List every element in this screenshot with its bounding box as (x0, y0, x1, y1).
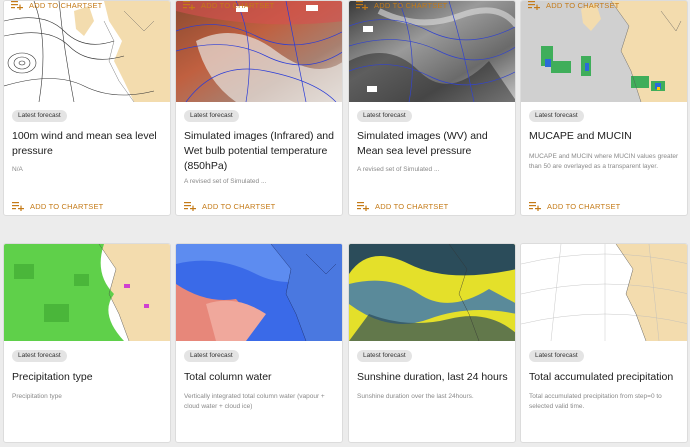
latest-forecast-badge: Latest forecast (529, 110, 584, 122)
chart-description: Sunshine duration over the last 24hours. (357, 393, 474, 400)
latest-forecast-badge: Latest forecast (357, 110, 412, 122)
add-to-chartset-button[interactable]: ADD TO CHARTSET (183, 0, 274, 10)
chart-description: Total accumulated precipitation from ste… (529, 393, 662, 410)
add-to-chartset-button[interactable]: ADD TO CHARTSET (12, 201, 103, 211)
latest-forecast-badge: Latest forecast (357, 350, 412, 362)
chart-thumbnail[interactable] (349, 1, 515, 102)
chart-title[interactable]: Simulated images (Infrared) and Wet bulb… (184, 129, 340, 174)
chart-title[interactable]: Sunshine duration, last 24 hours (357, 370, 513, 385)
chart-card[interactable]: Latest forecast Total column water Verti… (175, 243, 343, 443)
add-to-chartset-button[interactable]: ADD TO CHARTSET (528, 0, 619, 10)
chart-card[interactable]: Latest forecast Simulated images (WV) an… (348, 0, 516, 216)
latest-forecast-badge: Latest forecast (529, 350, 584, 362)
latest-forecast-badge: Latest forecast (184, 110, 239, 122)
playlist-add-icon (183, 1, 195, 10)
chart-title[interactable]: Total column water (184, 370, 340, 385)
chart-card[interactable]: Latest forecast Total accumulated precip… (520, 243, 688, 443)
latest-forecast-badge: Latest forecast (12, 110, 67, 122)
chart-card[interactable]: Latest forecast Precipitation type Preci… (3, 243, 171, 443)
chart-title[interactable]: MUCAPE and MUCIN (529, 129, 685, 144)
add-to-chartset-button[interactable]: ADD TO CHARTSET (529, 201, 620, 211)
add-to-chartset-label: ADD TO CHARTSET (546, 0, 620, 10)
chart-card[interactable]: Latest forecast MUCAPE and MUCIN MUCAPE … (520, 0, 688, 216)
add-to-chartset-label: ADD TO CHARTSET (547, 201, 621, 211)
chart-thumbnail[interactable] (349, 244, 515, 341)
add-to-chartset-label: ADD TO CHARTSET (375, 201, 449, 211)
chart-title[interactable]: Total accumulated precipitation (529, 370, 685, 385)
chart-description: Precipitation type (12, 393, 62, 400)
add-to-chartset-button[interactable]: ADD TO CHARTSET (184, 201, 275, 211)
chart-card[interactable]: Latest forecast Sunshine duration, last … (348, 243, 516, 443)
chart-card[interactable]: Latest forecast 100m wind and mean sea l… (3, 0, 171, 216)
playlist-add-icon (12, 202, 24, 211)
chart-thumbnail[interactable] (176, 1, 342, 102)
latest-forecast-badge: Latest forecast (12, 350, 67, 362)
latest-forecast-badge: Latest forecast (184, 350, 239, 362)
add-to-chartset-button[interactable]: ADD TO CHARTSET (357, 201, 448, 211)
playlist-add-icon (356, 1, 368, 10)
chart-description: A revised set of Simulated ... (184, 178, 267, 185)
chart-title[interactable]: Precipitation type (12, 370, 168, 385)
playlist-add-icon (357, 202, 369, 211)
chart-description: A revised set of Simulated ... (357, 166, 440, 173)
chart-thumbnail[interactable] (521, 1, 687, 102)
playlist-add-icon (528, 1, 540, 10)
add-to-chartset-label: ADD TO CHARTSET (201, 0, 275, 10)
playlist-add-icon (11, 1, 23, 10)
chart-thumbnail[interactable] (4, 1, 170, 102)
add-to-chartset-label: ADD TO CHARTSET (374, 0, 448, 10)
add-to-chartset-label: ADD TO CHARTSET (202, 201, 276, 211)
chart-thumbnail[interactable] (4, 244, 170, 341)
playlist-add-icon (529, 202, 541, 211)
chart-thumbnail[interactable] (521, 244, 687, 341)
chart-title[interactable]: Simulated images (WV) and Mean sea level… (357, 129, 513, 159)
chart-card[interactable]: Latest forecast Simulated images (Infrar… (175, 0, 343, 216)
chart-description: N/A (12, 166, 23, 173)
chart-grid: Latest forecast 100m wind and mean sea l… (0, 0, 690, 447)
add-to-chartset-label: ADD TO CHARTSET (29, 0, 103, 10)
chart-thumbnail[interactable] (176, 244, 342, 341)
chart-description: Vertically integrated total column water… (184, 393, 325, 410)
chart-description: MUCAPE and MUCIN where MUCIN values grea… (529, 153, 679, 170)
add-to-chartset-button[interactable]: ADD TO CHARTSET (356, 0, 447, 10)
playlist-add-icon (184, 202, 196, 211)
add-to-chartset-label: ADD TO CHARTSET (30, 201, 104, 211)
add-to-chartset-button[interactable]: ADD TO CHARTSET (11, 0, 102, 10)
chart-title[interactable]: 100m wind and mean sea level pressure (12, 129, 168, 159)
